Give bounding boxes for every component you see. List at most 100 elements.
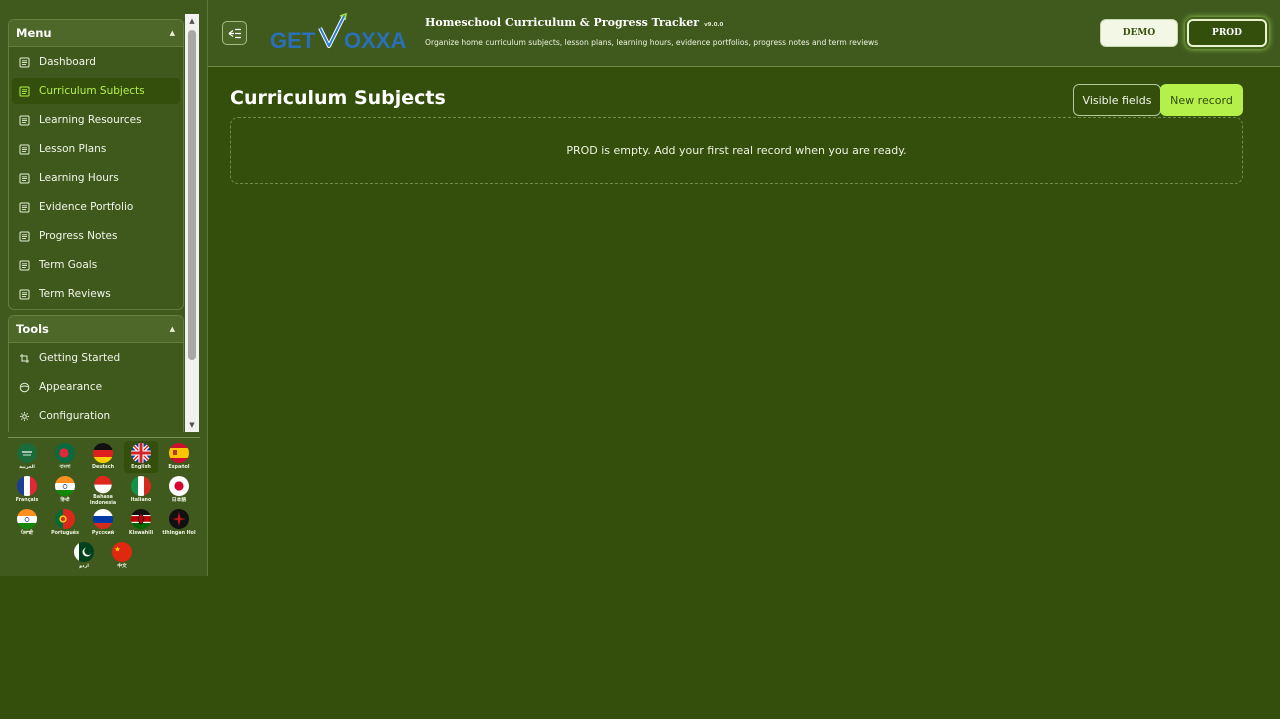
sidebar-item-learning-resources[interactable]: Learning Resources [12, 107, 180, 133]
menu-panel: Menu ▲ Dashboard Curriculum Subjects Learn… [8, 19, 184, 310]
palette-icon [18, 381, 30, 393]
scrollbar-thumb[interactable] [188, 30, 196, 360]
menu-list: Dashboard Curriculum Subjects Learning Res… [9, 49, 183, 307]
empty-state-message: PROD is empty. Add your first real recor… [566, 144, 907, 157]
sidebar-item-lesson-plans[interactable]: Lesson Plans [12, 136, 180, 162]
language-option-italy[interactable]: Italiano [124, 474, 158, 506]
language-label: Italiano [130, 498, 152, 503]
app-subtitle: Organize home curriculum subjects, lesso… [425, 38, 879, 47]
indonesia-flag-icon [94, 475, 112, 494]
language-option-russia[interactable]: Русский [86, 507, 120, 539]
language-option-india[interactable]: ਪੰਜਾਬੀ [10, 507, 44, 539]
japan-flag-icon [169, 476, 189, 496]
kenya-flag-icon [131, 509, 151, 529]
sidebar-toggle-button[interactable] [222, 21, 247, 45]
sidebar-item-term-reviews[interactable]: Term Reviews [12, 281, 180, 307]
sidebar: Menu ▲ Dashboard Curriculum Subjects Learn… [0, 0, 208, 576]
portugal-flag-icon [55, 509, 75, 529]
sidebar-item-configuration[interactable]: Configuration [12, 403, 180, 429]
language-option-pakistan[interactable]: اردو [67, 540, 101, 572]
language-label: اردو [79, 564, 89, 569]
language-label: Deutsch [91, 465, 115, 470]
document-list-icon [18, 288, 30, 300]
language-option-kenya[interactable]: Kiswahili [124, 507, 158, 539]
collapse-icon[interactable]: ▲ [170, 325, 175, 333]
sidebar-item-label: Term Goals [39, 259, 98, 271]
scroll-down-icon[interactable]: ▼ [185, 418, 199, 432]
bangladesh-flag-icon [55, 443, 75, 463]
language-label: Bahasa Indonesia [89, 495, 117, 506]
language-option-klingon[interactable]: tlhIngan Hol [162, 507, 196, 539]
language-option-portugal[interactable]: Português [48, 507, 82, 539]
language-divider [8, 437, 200, 438]
app-title: Homeschool Curriculum & Progress Tracker… [425, 16, 723, 29]
document-list-icon [18, 56, 30, 68]
sidebar-scrollbar[interactable]: ▲ ▼ [185, 14, 199, 432]
crop-icon [18, 352, 30, 364]
italy-flag-icon [131, 476, 151, 496]
visible-fields-button[interactable]: Visible fields [1073, 84, 1161, 116]
sidebar-item-label: Evidence Portfolio [39, 201, 134, 213]
tools-panel-header[interactable]: Tools ▲ [9, 316, 183, 343]
pakistan-flag-icon [74, 542, 94, 562]
saudi-arabia-flag-icon [17, 443, 37, 463]
language-label: Kiswahili [128, 531, 154, 536]
language-option-india[interactable]: हिन्दी [48, 474, 82, 506]
logo-mark-icon: GET OXXA [270, 12, 406, 53]
russia-flag-icon [93, 509, 113, 529]
document-list-icon [18, 114, 30, 126]
language-option-saudi-arabia[interactable]: العربية [10, 441, 44, 473]
document-list-icon [18, 201, 30, 213]
language-option-united-kingdom[interactable]: English [124, 441, 158, 473]
scroll-up-icon[interactable]: ▲ [185, 14, 199, 28]
document-list-icon [18, 172, 30, 184]
sidebar-item-progress-notes[interactable]: Progress Notes [12, 223, 180, 249]
logo-text-left: GET [270, 28, 316, 53]
germany-flag-icon [93, 443, 113, 463]
language-option-spain[interactable]: Español [162, 441, 196, 473]
sidebar-item-appearance[interactable]: Appearance [12, 374, 180, 400]
sidebar-item-learning-hours[interactable]: Learning Hours [12, 165, 180, 191]
language-label: Português [51, 531, 79, 536]
india-flag-icon [55, 476, 75, 496]
sidebar-item-dashboard[interactable]: Dashboard [12, 49, 180, 75]
sidebar-item-getting-started[interactable]: Getting Started [12, 345, 180, 371]
language-label: Français [15, 498, 39, 503]
app-version: v9.0.0 [704, 22, 724, 28]
language-option-china[interactable]: 中文 [105, 540, 139, 572]
china-flag-icon [112, 542, 132, 562]
top-header: GET OXXA Homeschool Curriculum & Progres… [208, 0, 1280, 67]
document-list-icon [18, 259, 30, 271]
sidebar-item-evidence-portfolio[interactable]: Evidence Portfolio [12, 194, 180, 220]
language-option-japan[interactable]: 日本語 [162, 474, 196, 506]
document-list-icon [18, 230, 30, 242]
prod-env-button[interactable]: PROD [1187, 19, 1267, 47]
spain-flag-icon [169, 443, 189, 463]
logo-text-right: OXXA [344, 28, 406, 53]
sidebar-item-label: Term Reviews [39, 288, 111, 300]
collapse-sidebar-icon [228, 28, 241, 38]
menu-title: Menu [16, 26, 52, 40]
new-record-button[interactable]: New record [1160, 84, 1243, 116]
sidebar-item-label: Learning Hours [39, 172, 119, 184]
language-option-germany[interactable]: Deutsch [86, 441, 120, 473]
collapse-icon[interactable]: ▲ [170, 29, 175, 37]
language-label: Español [168, 465, 190, 470]
language-option-indonesia[interactable]: Bahasa Indonesia [86, 474, 120, 506]
sidebar-item-curriculum-subjects[interactable]: Curriculum Subjects [12, 78, 180, 104]
language-option-bangladesh[interactable]: বাংলা [48, 441, 82, 473]
sidebar-item-term-goals[interactable]: Term Goals [12, 252, 180, 278]
app-title-text: Homeschool Curriculum & Progress Tracker [425, 16, 700, 29]
empty-state: PROD is empty. Add your first real recor… [230, 117, 1243, 184]
demo-env-button[interactable]: DEMO [1100, 19, 1178, 47]
menu-panel-header[interactable]: Menu ▲ [9, 20, 183, 47]
tools-panel: Tools ▲ Getting Started Appearance Configu… [8, 315, 184, 432]
language-label: العربية [19, 465, 35, 470]
india-flag-icon [17, 509, 37, 529]
united-kingdom-flag-icon [131, 443, 151, 463]
document-list-icon [18, 85, 30, 97]
sidebar-item-label: Learning Resources [39, 114, 142, 126]
language-label: हिन्दी [60, 498, 70, 503]
language-option-france[interactable]: Français [10, 474, 44, 506]
sidebar-item-label: Dashboard [39, 56, 96, 68]
